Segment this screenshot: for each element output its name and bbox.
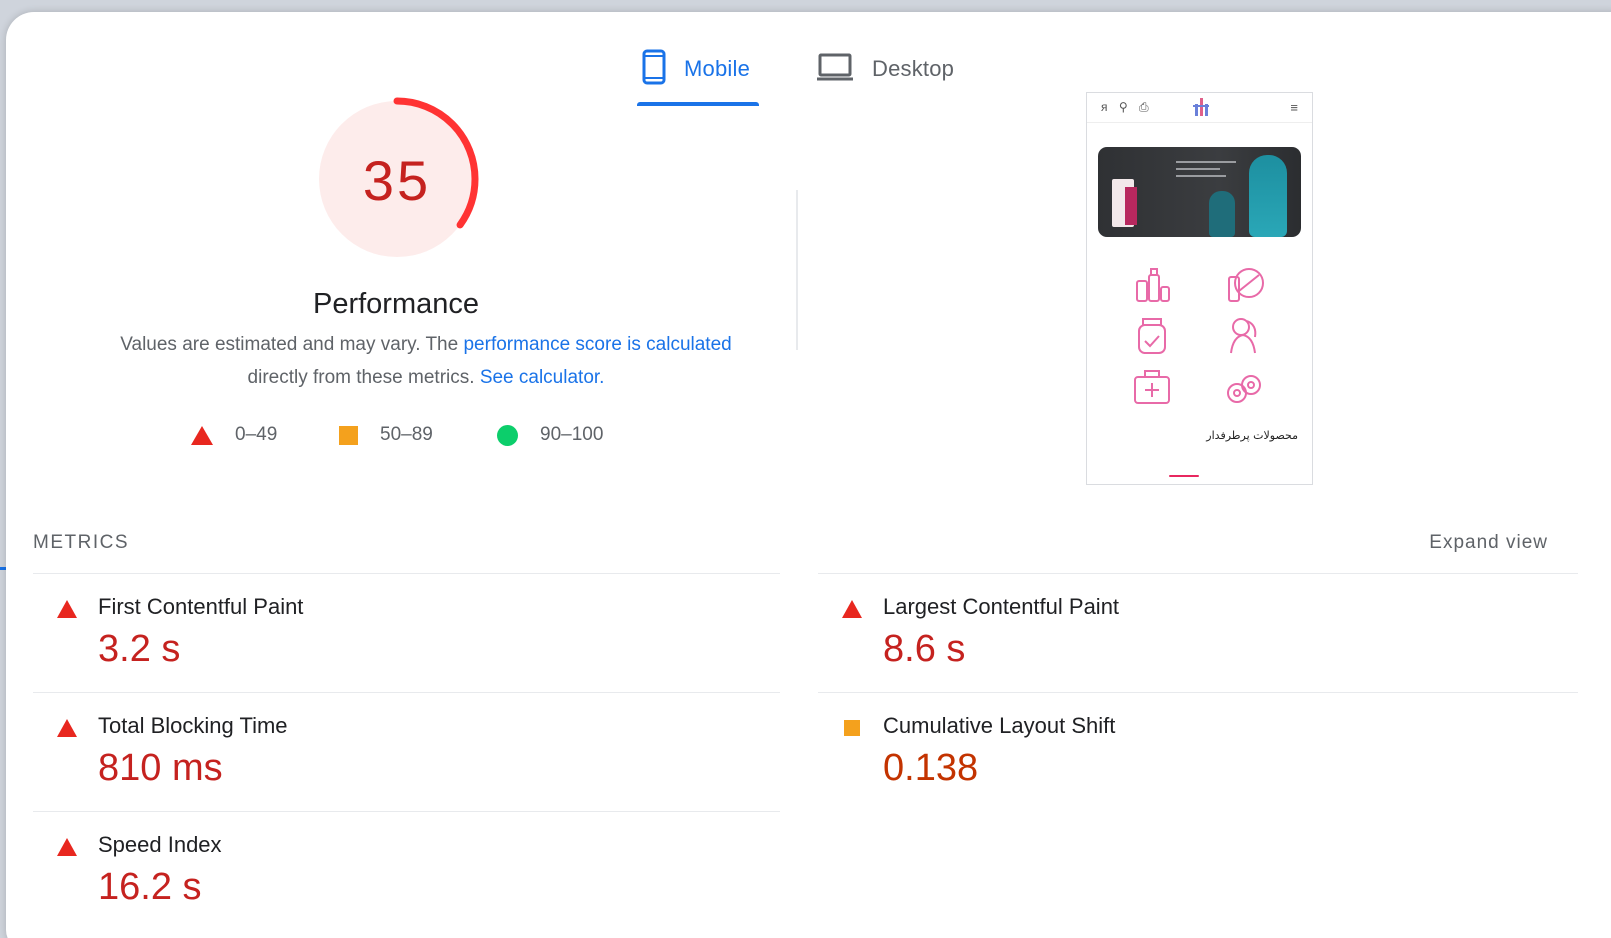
performance-description: Values are estimated and may vary. The p… (66, 328, 786, 394)
preview-header: ᴙ ⚲ ⎙ ≡ (1087, 93, 1312, 123)
square-average-icon (339, 425, 358, 445)
preview-section-caption: محصولات پرطرفدار (1206, 429, 1298, 442)
cosmetics-bottles-icon (1131, 263, 1173, 305)
metric-largest-contentful-paint[interactable]: Largest Contentful Paint 8.6 s (818, 574, 1518, 692)
metrics-heading: METRICS (33, 532, 129, 553)
metric-speed-index[interactable]: Speed Index 16.2 s (33, 812, 733, 930)
legend-pass-range: 90–100 (540, 424, 604, 445)
see-calculator-link[interactable]: See calculator. (480, 367, 605, 388)
device-tabs: Mobile Desktop (6, 32, 1611, 106)
description-text-1: Values are estimated and may vary. The (120, 334, 464, 355)
pagespeed-report-card: Mobile Desktop 35 Performance Values are… (6, 12, 1611, 938)
legend-average: 50–89 (339, 424, 433, 446)
performance-title: Performance (312, 288, 479, 320)
score-calculated-link[interactable]: performance score is calculated (463, 334, 731, 355)
smartphone-icon (642, 49, 666, 90)
page-screenshot-preview: ᴙ ⚲ ⎙ ≡ محصولات پرطرفدار (1086, 92, 1313, 485)
metric-label: Cumulative Layout Shift (883, 713, 1116, 738)
metric-label: Largest Contentful Paint (883, 594, 1120, 619)
tab-desktop[interactable]: Desktop (816, 32, 954, 106)
performance-gauge: 35 (312, 94, 482, 264)
metric-value: 16.2 s (98, 866, 202, 908)
beauty-products-icon (1223, 263, 1265, 305)
triangle-fail-icon (57, 719, 77, 737)
expand-view-button[interactable]: Expand view (1429, 532, 1548, 554)
metric-value: 8.6 s (883, 628, 966, 670)
tab-mobile-label: Mobile (684, 56, 751, 81)
triangle-fail-icon (842, 600, 862, 618)
metric-cumulative-layout-shift[interactable]: Cumulative Layout Shift 0.138 (818, 693, 1518, 811)
personal-care-icon (1223, 315, 1265, 357)
preview-athlete-figure-main (1249, 155, 1287, 237)
metric-total-blocking-time[interactable]: Total Blocking Time 810 ms (33, 693, 733, 811)
metric-label: First Contentful Paint (98, 594, 304, 619)
tab-desktop-label: Desktop (872, 56, 955, 81)
preview-header-icons: ᴙ ⚲ ⎙ (1101, 100, 1153, 114)
legend-fail: 0–49 (191, 424, 277, 446)
legend-fail-range: 0–49 (235, 424, 278, 445)
metric-label: Speed Index (98, 832, 222, 857)
metric-value: 0.138 (883, 747, 979, 789)
description-text-2: directly from these metrics. (247, 367, 480, 388)
preview-accent-line (1169, 475, 1199, 477)
preview-banner-text (1176, 161, 1236, 189)
preview-logo-icon (1193, 96, 1209, 118)
first-aid-icon (1131, 367, 1173, 409)
laptop-icon (816, 52, 854, 87)
triangle-fail-icon (191, 425, 213, 445)
preview-athlete-figure (1209, 191, 1235, 237)
legend-pass: 90–100 (497, 424, 603, 446)
active-tab-indicator (637, 102, 759, 106)
performance-score: 35 (362, 148, 432, 212)
tab-mobile[interactable]: Mobile (642, 32, 750, 106)
fitness-weights-icon (1223, 367, 1265, 409)
circle-pass-icon (497, 424, 518, 446)
preview-banner-image (1098, 147, 1301, 237)
metric-value: 810 ms (98, 747, 223, 789)
metric-label: Total Blocking Time (98, 713, 288, 738)
section-divider (796, 190, 798, 350)
triangle-fail-icon (57, 838, 77, 856)
square-average-icon (842, 719, 860, 736)
triangle-fail-icon (57, 600, 77, 618)
metric-first-contentful-paint[interactable]: First Contentful Paint 3.2 s (33, 574, 733, 692)
preview-product-stripe (1125, 187, 1137, 225)
metric-value: 3.2 s (98, 628, 181, 670)
preview-menu-icon: ≡ (1290, 100, 1298, 115)
supplements-icon (1131, 315, 1173, 357)
legend-average-range: 50–89 (380, 424, 433, 445)
